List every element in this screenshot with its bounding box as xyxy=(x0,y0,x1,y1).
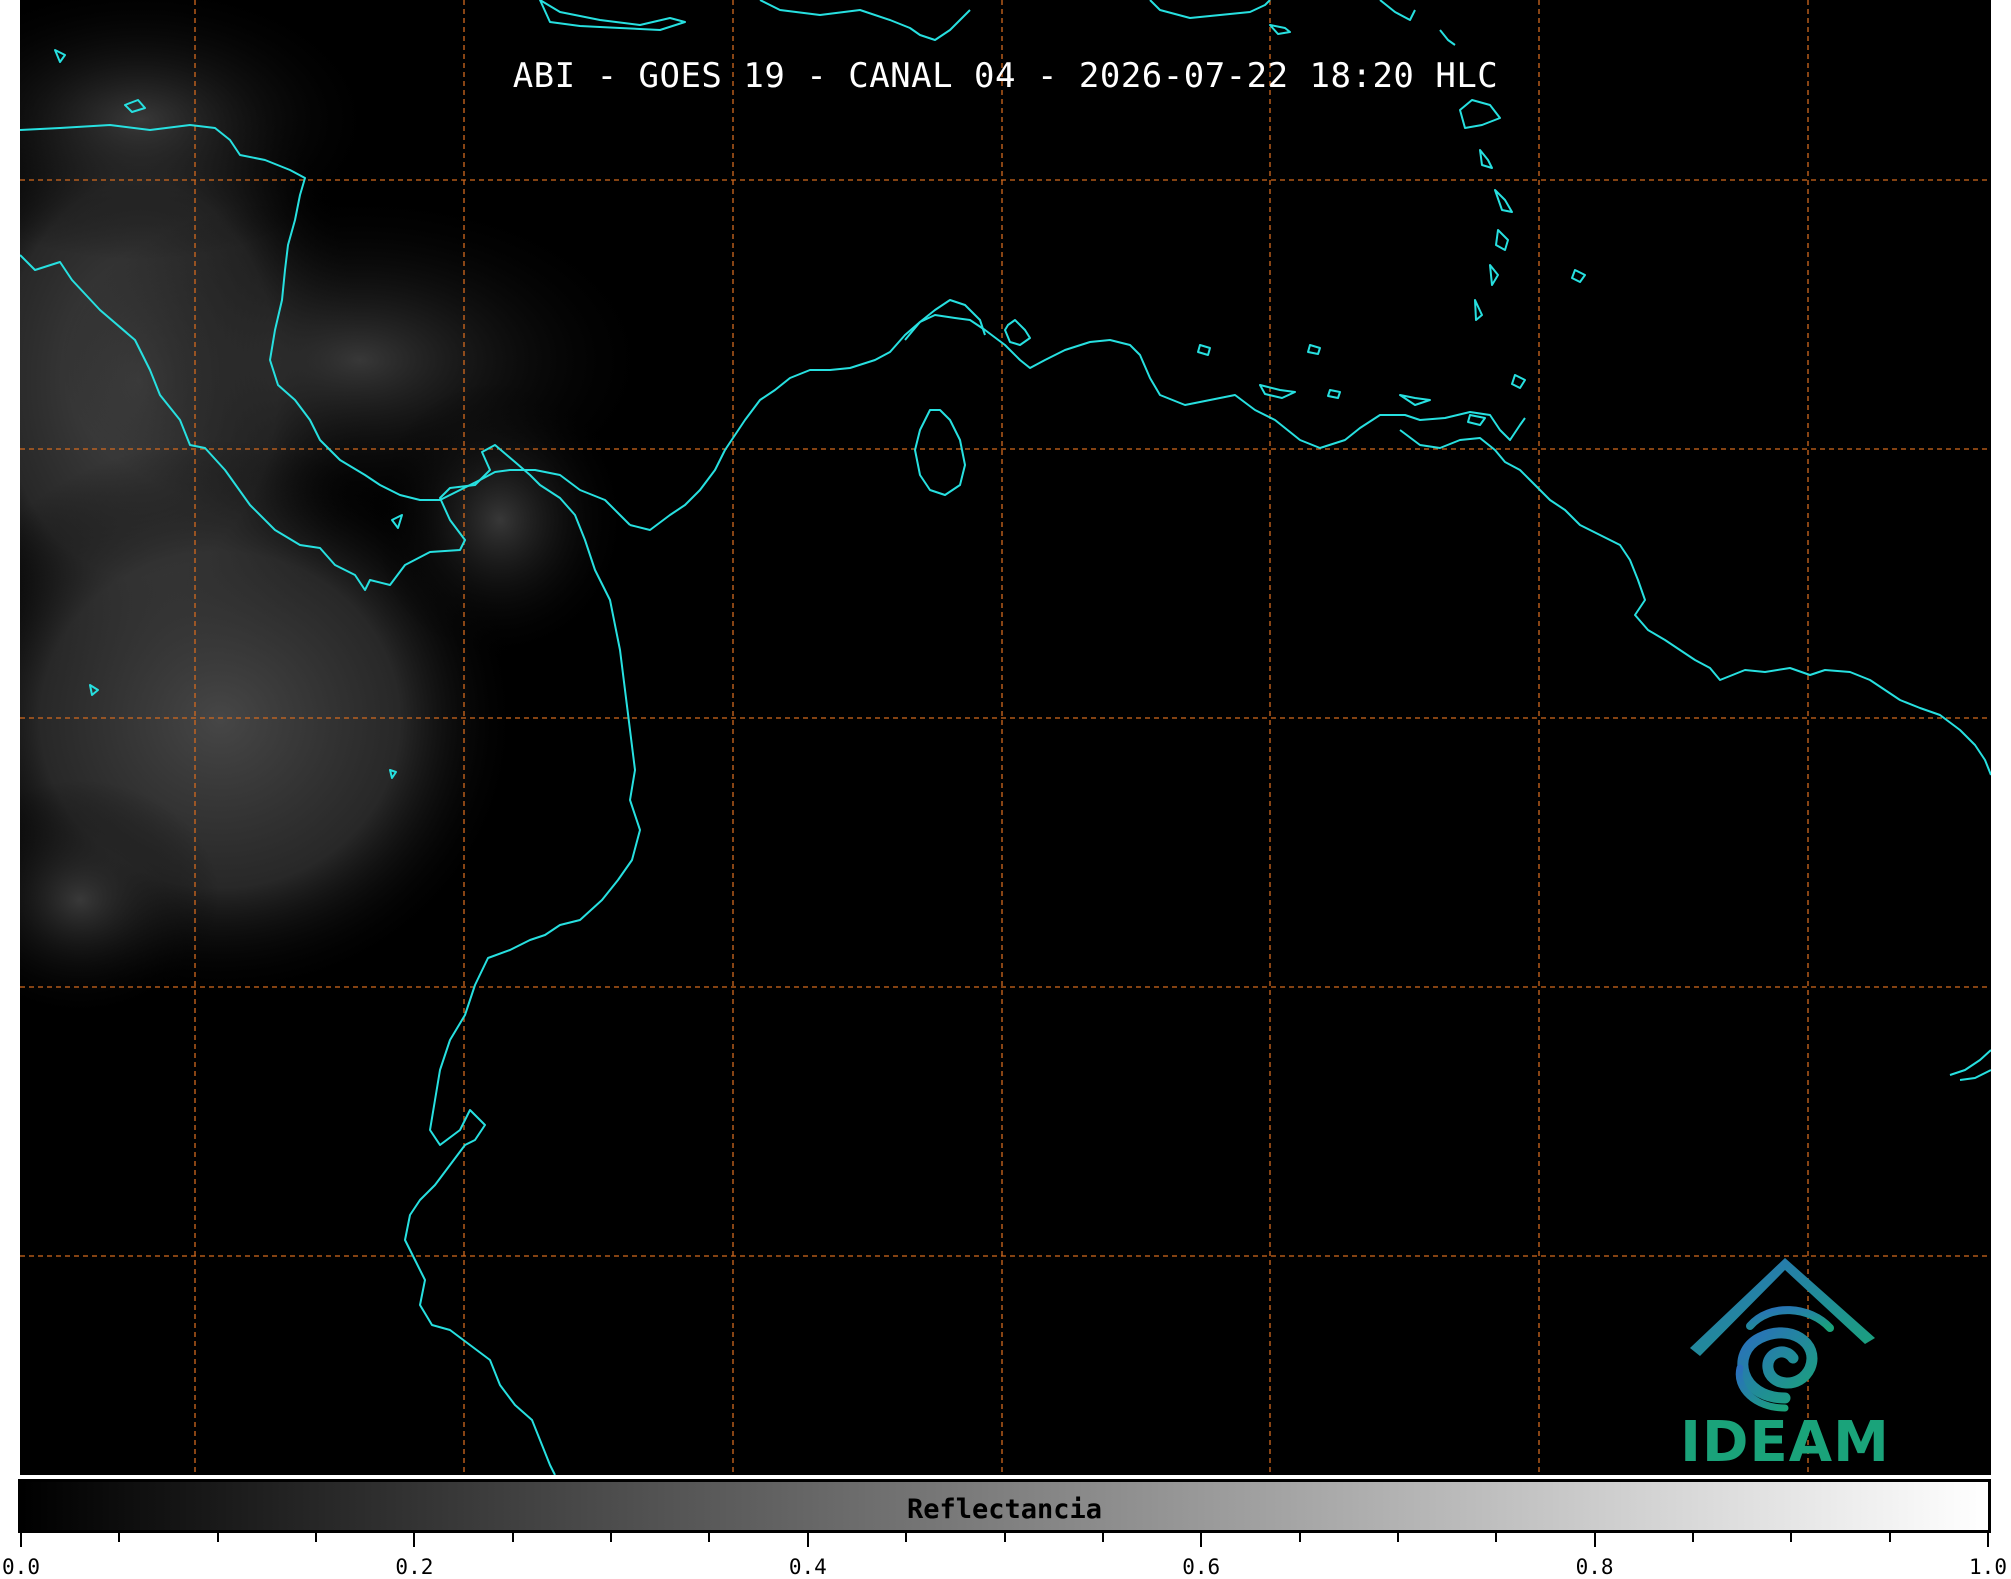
colorbar-minor-tick xyxy=(1691,1533,1694,1542)
colorbar-ticks: 0.0 0.2 0.4 0.6 0.8 1.0 xyxy=(0,1533,2011,1579)
colorbar-minor-tick xyxy=(1298,1533,1301,1542)
colorbar-minor-tick xyxy=(1003,1533,1006,1542)
colorbar-minor-tick xyxy=(1495,1533,1498,1542)
ideam-logo: IDEAM xyxy=(1660,1248,1910,1475)
colorbar-label: Reflectancia xyxy=(906,1494,1103,1525)
cloud-cover xyxy=(20,0,660,1020)
colorbar-minor-tick xyxy=(1101,1533,1104,1542)
colorbar-major-tick xyxy=(1593,1533,1596,1547)
colorbar-tick-label: 0.6 xyxy=(1182,1555,1221,1579)
colorbar-major-tick xyxy=(1987,1533,1989,1547)
colorbar-tick-label: 1.0 xyxy=(1969,1555,2007,1579)
colorbar-tick-label: 0.2 xyxy=(395,1555,434,1579)
colorbar-minor-tick xyxy=(118,1533,121,1542)
colorbar-major-tick xyxy=(806,1533,809,1547)
colorbar-minor-tick xyxy=(216,1533,219,1542)
colorbar-tick-label: 0.8 xyxy=(1575,1555,1614,1579)
colorbar-tick-label: 0.0 xyxy=(2,1555,40,1579)
colorbar: Reflectancia xyxy=(18,1479,1991,1533)
colorbar-minor-tick xyxy=(905,1533,908,1542)
colorbar-minor-tick xyxy=(610,1533,613,1542)
colorbar-major-tick xyxy=(413,1533,416,1547)
colorbar-minor-tick xyxy=(708,1533,711,1542)
colorbar-minor-tick xyxy=(1888,1533,1891,1542)
map-title: ABI - GOES 19 - CANAL 04 - 2026-07-22 18… xyxy=(512,56,1499,96)
satellite-map: ABI - GOES 19 - CANAL 04 - 2026-07-22 18… xyxy=(20,0,1991,1475)
ideam-emblem-icon xyxy=(1690,1258,1875,1412)
colorbar-major-tick xyxy=(1200,1533,1203,1547)
colorbar-tick-label: 0.4 xyxy=(788,1555,827,1579)
colorbar-minor-tick xyxy=(511,1533,514,1542)
colorbar-minor-tick xyxy=(1790,1533,1793,1542)
colorbar-minor-tick xyxy=(315,1533,318,1542)
ideam-logo-text: IDEAM xyxy=(1680,1410,1890,1475)
colorbar-major-tick xyxy=(20,1533,22,1547)
colorbar-minor-tick xyxy=(1396,1533,1399,1542)
